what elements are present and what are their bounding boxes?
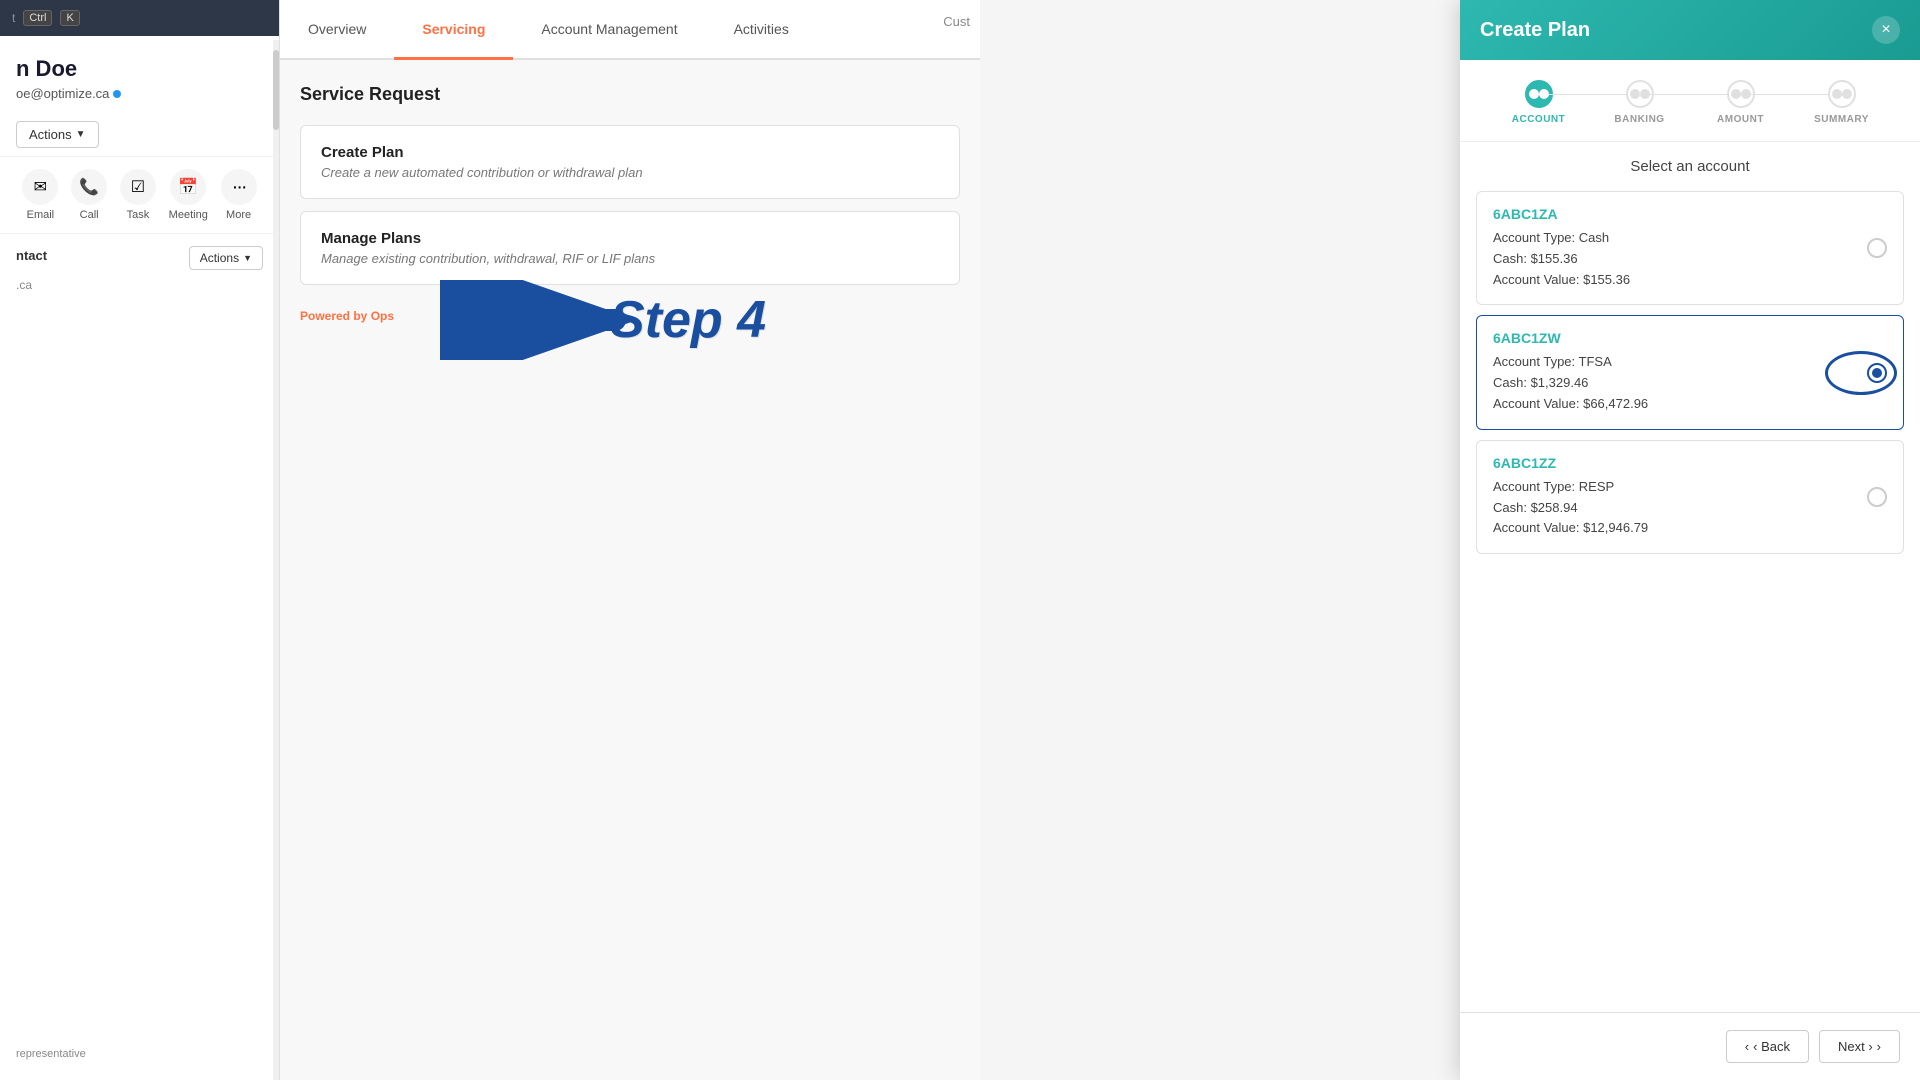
- close-button[interactable]: ×: [1872, 16, 1900, 44]
- account-id-6abc1zw: 6ABC1ZW: [1493, 330, 1887, 346]
- tab-content: Service Request Create Plan Create a new…: [280, 60, 980, 347]
- call-action[interactable]: 📞 Call: [71, 169, 107, 221]
- tab-account-management[interactable]: Account Management: [513, 0, 705, 60]
- manage-plans-card[interactable]: Manage Plans Manage existing contributio…: [300, 211, 960, 285]
- account-list: 6ABC1ZA Account Type: Cash Cash: $155.36…: [1460, 183, 1920, 973]
- step-banking-label: BANKING: [1614, 114, 1664, 125]
- chevron-down-icon: ▼: [76, 129, 86, 140]
- next-chevron-icon: ›: [1877, 1039, 1881, 1054]
- contact-section-title: ntact: [16, 248, 47, 263]
- radio-btn-6abc1za[interactable]: [1867, 238, 1887, 258]
- tab-activities[interactable]: Activities: [706, 0, 817, 60]
- radio-btn-6abc1zw[interactable]: [1867, 363, 1887, 383]
- step-banking: BANKING: [1589, 80, 1690, 125]
- email-action[interactable]: ✉ Email: [22, 169, 58, 221]
- step-summary: SUMMARY: [1791, 80, 1892, 125]
- account-card-6abc1zz[interactable]: 6ABC1ZZ Account Type: RESP Cash: $258.94…: [1476, 440, 1904, 554]
- email-verified-dot: [113, 90, 121, 98]
- account-card-6abc1zw[interactable]: 6ABC1ZW Account Type: TFSA Cash: $1,329.…: [1476, 315, 1904, 429]
- step-amount: AMOUNT: [1690, 80, 1791, 125]
- create-plan-title: Create Plan: [321, 144, 939, 161]
- account-id-6abc1zz: 6ABC1ZZ: [1493, 455, 1887, 471]
- contact-section: ntact Actions ▼ .ca: [0, 234, 279, 304]
- step-amount-label: AMOUNT: [1717, 114, 1764, 125]
- top-bar-text: t: [12, 11, 15, 25]
- panel-title: Create Plan: [1480, 19, 1590, 42]
- powered-by: Powered by Ops: [300, 309, 960, 323]
- tabs-bar: Overview Servicing Account Management Ac…: [280, 0, 980, 60]
- account-type-6abc1za: Account Type: Cash Cash: $155.36 Account…: [1493, 228, 1887, 290]
- more-icon: ···: [221, 169, 257, 205]
- panel-footer: ‹ ‹ Back Next › ›: [1460, 1012, 1920, 1080]
- meeting-label: Meeting: [169, 209, 208, 221]
- rep-label: representative: [16, 1048, 86, 1060]
- email-icon: ✉: [22, 169, 58, 205]
- task-label: Task: [127, 209, 150, 221]
- service-request-title: Service Request: [300, 84, 960, 105]
- main-content: Overview Servicing Account Management Ac…: [280, 0, 980, 1080]
- contact-actions-button[interactable]: Actions ▼: [189, 246, 263, 270]
- chevron-down-icon-2: ▼: [243, 253, 252, 263]
- scrollbar[interactable]: [273, 40, 279, 1080]
- contact-info: n Doe oe@optimize.ca: [0, 36, 279, 113]
- step-account-circle: [1525, 80, 1553, 108]
- manage-plans-title: Manage Plans: [321, 230, 939, 247]
- step-summary-circle: [1828, 80, 1856, 108]
- actions-button[interactable]: Actions ▼: [16, 121, 99, 148]
- task-icon: ☑: [120, 169, 156, 205]
- email-label: Email: [27, 209, 55, 221]
- top-bar: t Ctrl K: [0, 0, 279, 36]
- create-plan-desc: Create a new automated contribution or w…: [321, 165, 939, 180]
- tab-overview[interactable]: Overview: [280, 0, 394, 60]
- next-button[interactable]: Next › ›: [1819, 1030, 1900, 1063]
- account-type-6abc1zw: Account Type: TFSA Cash: $1,329.46 Accou…: [1493, 352, 1887, 414]
- back-button[interactable]: ‹ ‹ Back: [1726, 1030, 1809, 1063]
- step-amount-circle: [1727, 80, 1755, 108]
- create-plan-card[interactable]: Create Plan Create a new automated contr…: [300, 125, 960, 199]
- meeting-icon: 📅: [170, 169, 206, 205]
- account-id-6abc1za: 6ABC1ZA: [1493, 206, 1887, 222]
- contact-email: oe@optimize.ca: [16, 86, 263, 101]
- radio-btn-6abc1zz[interactable]: [1867, 487, 1887, 507]
- step-summary-label: SUMMARY: [1814, 114, 1869, 125]
- task-action[interactable]: ☑ Task: [120, 169, 156, 221]
- account-card-6abc1za[interactable]: 6ABC1ZA Account Type: Cash Cash: $155.36…: [1476, 191, 1904, 305]
- back-chevron-icon: ‹: [1745, 1039, 1749, 1054]
- meeting-action[interactable]: 📅 Meeting: [169, 169, 208, 221]
- call-label: Call: [80, 209, 99, 221]
- manage-plans-desc: Manage existing contribution, withdrawal…: [321, 251, 939, 266]
- email-detail: .ca: [16, 278, 263, 292]
- k-key: K: [60, 10, 79, 26]
- scrollbar-thumb[interactable]: [273, 50, 279, 130]
- account-type-6abc1zz: Account Type: RESP Cash: $258.94 Account…: [1493, 477, 1887, 539]
- left-panel: t Ctrl K n Doe oe@optimize.ca Actions ▼ …: [0, 0, 280, 1080]
- step-banking-circle: [1626, 80, 1654, 108]
- call-icon: 📞: [71, 169, 107, 205]
- tab-servicing[interactable]: Servicing: [394, 0, 513, 60]
- action-icon-row: ✉ Email 📞 Call ☑ Task 📅 Meeting ··· More: [0, 156, 279, 234]
- contact-name: n Doe: [16, 56, 263, 82]
- stepper: ACCOUNT BANKING AMOUNT SUMMARY: [1460, 60, 1920, 142]
- panel-header: Create Plan ×: [1460, 0, 1920, 60]
- create-plan-panel: Create Plan × ACCOUNT BANKING AMOUNT: [1460, 0, 1920, 1080]
- ctrl-key: Ctrl: [23, 10, 52, 26]
- cust-label: Cust: [943, 14, 970, 29]
- more-label: More: [226, 209, 251, 221]
- more-action[interactable]: ··· More: [221, 169, 257, 221]
- select-account-title: Select an account: [1460, 142, 1920, 183]
- step-account-label: ACCOUNT: [1512, 114, 1566, 125]
- step-account: ACCOUNT: [1488, 80, 1589, 125]
